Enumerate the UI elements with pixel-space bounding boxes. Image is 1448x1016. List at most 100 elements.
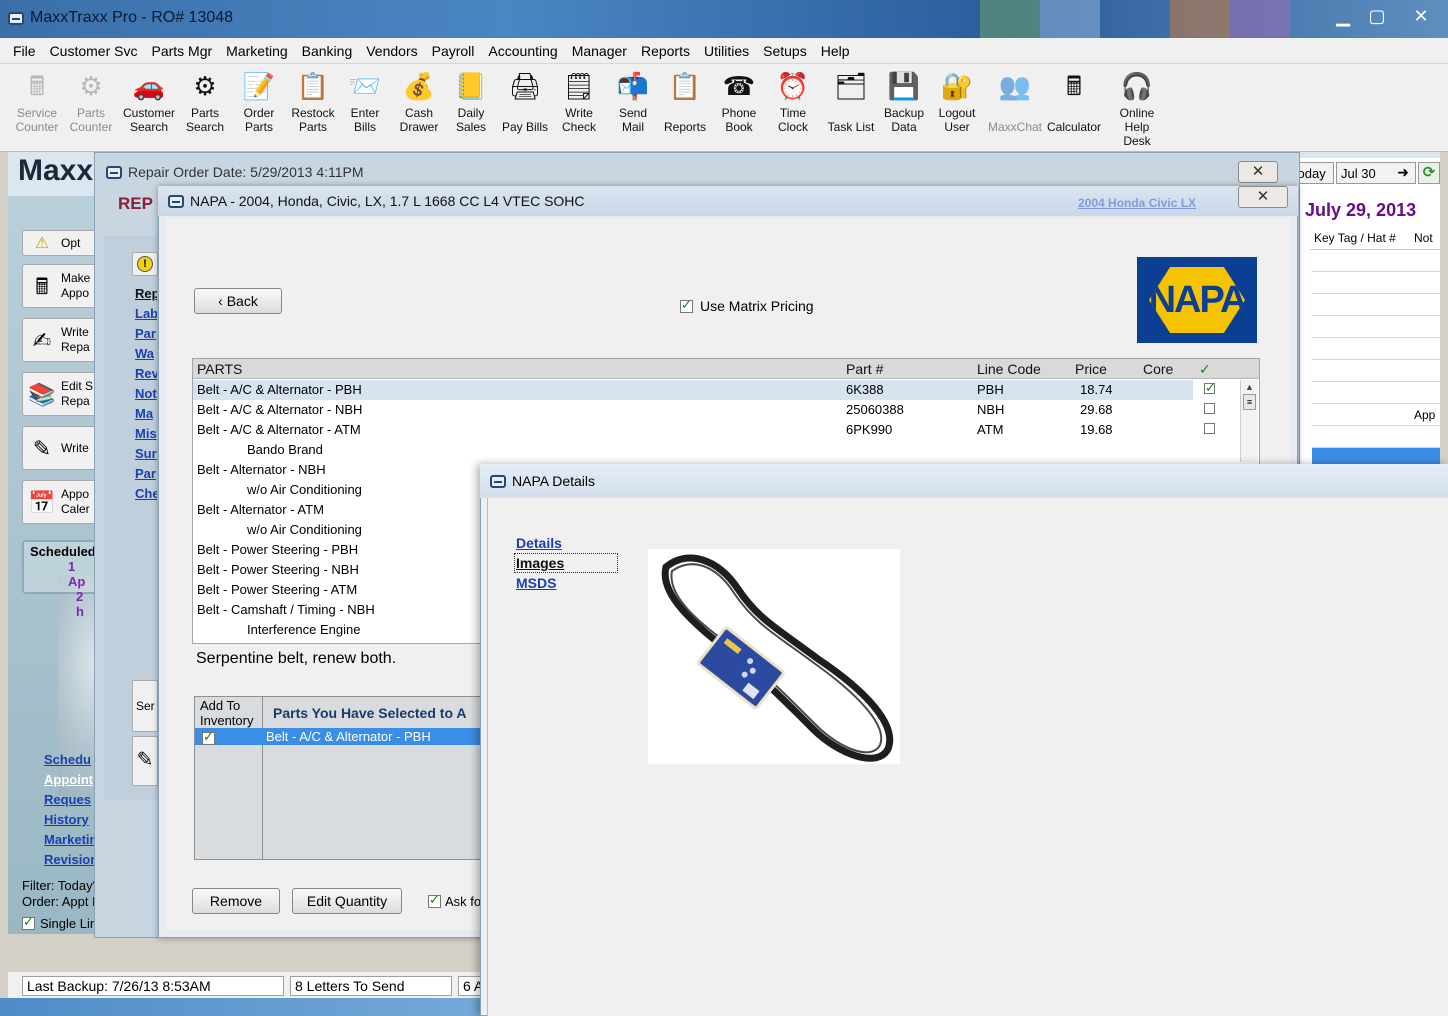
warning-icon[interactable]: ! [132, 252, 158, 276]
napa-close-button[interactable]: ✕ [1238, 186, 1288, 208]
menu-marketing[interactable]: Marketing [219, 43, 294, 59]
menu-payroll[interactable]: Payroll [425, 43, 482, 59]
ro-link-rev[interactable]: Rev [135, 366, 157, 381]
toolbar-reports[interactable]: 📋 Reports [662, 68, 708, 134]
col-line-code[interactable]: Line Code [977, 361, 1041, 377]
menu-help[interactable]: Help [814, 43, 857, 59]
ro-link-par[interactable]: Par [135, 326, 157, 341]
left-button-4[interactable]: ✎ Write [22, 426, 102, 470]
toolbar-maxxchat[interactable]: 👥 MaxxChat [986, 68, 1044, 134]
maximize-button[interactable]: ▢ [1360, 4, 1394, 28]
menu-reports[interactable]: Reports [634, 43, 697, 59]
schedule-row[interactable] [1312, 294, 1440, 316]
left-button-2[interactable]: ✍ Write Repa [22, 318, 102, 362]
left-link-schedu[interactable]: Schedu [44, 752, 91, 767]
msds-link[interactable]: MSDS [516, 575, 556, 591]
menu-customer-svc[interactable]: Customer Svc [43, 43, 145, 59]
ro-link-lab[interactable]: Lab [135, 306, 157, 321]
parts-scrollbar[interactable]: ▲ ≡ [1240, 380, 1258, 462]
col-part-number[interactable]: Part # [846, 361, 883, 377]
toolbar-time-clock[interactable]: ⏰ Time Clock [772, 68, 814, 134]
ro-link-sur[interactable]: Sur [135, 446, 157, 461]
back-button[interactable]: ‹ Back [194, 288, 282, 314]
toolbar-online-help-desk[interactable]: 🎧 Online Help Desk [1116, 68, 1158, 148]
left-button-3[interactable]: 📚 Edit S Repa [22, 372, 102, 416]
toolbar-pay-bills[interactable]: 🖨 Pay Bills [502, 68, 548, 134]
parts-row[interactable]: Bando Brand [193, 440, 1193, 460]
toolbar-enter-bills[interactable]: 📨 Enter Bills [342, 68, 388, 134]
menu-utilities[interactable]: Utilities [697, 43, 756, 59]
ro-link-not[interactable]: Not [135, 386, 157, 401]
toolbar-phone-book[interactable]: ☎ Phone Book [716, 68, 762, 134]
col-parts[interactable]: PARTS [197, 361, 242, 377]
left-button-0[interactable]: ⚠ Opt [22, 230, 102, 256]
menu-file[interactable]: File [6, 43, 43, 59]
ro-link-rep[interactable]: Rep [135, 286, 157, 301]
menu-accounting[interactable]: Accounting [481, 43, 564, 59]
toolbar-cash-drawer[interactable]: 💰 Cash Drawer [396, 68, 442, 134]
parts-row[interactable]: Belt - A/C & Alternator - NBH 25060388 NBH… [193, 400, 1215, 420]
menu-parts-mgr[interactable]: Parts Mgr [144, 43, 219, 59]
toolbar-parts-counter[interactable]: ⚙ Parts Counter [68, 68, 114, 134]
left-link-reques[interactable]: Reques [44, 792, 91, 807]
ro-link-ma[interactable]: Ma [135, 406, 157, 421]
images-link[interactable]: Images [516, 555, 564, 571]
part-select-checkbox[interactable] [1204, 423, 1215, 434]
single-line-checkbox[interactable] [22, 914, 35, 930]
edit-quantity-button[interactable]: Edit Quantity [292, 888, 402, 914]
vehicle-link[interactable]: 2004 Honda Civic LX [1078, 196, 1196, 210]
scroll-thumb[interactable]: ≡ [1243, 394, 1256, 410]
parts-row[interactable]: Belt - A/C & Alternator - ATM 6PK990 ATM 19… [193, 420, 1215, 440]
letters-status[interactable]: 8 Letters To Send [290, 976, 452, 996]
menu-manager[interactable]: Manager [565, 43, 634, 59]
schedule-row[interactable] [1312, 382, 1440, 404]
left-link-history[interactable]: History [44, 812, 89, 827]
menu-setups[interactable]: Setups [756, 43, 814, 59]
details-link[interactable]: Details [516, 535, 562, 551]
part-select-checkbox[interactable] [1204, 403, 1215, 414]
col-core[interactable]: Core [1143, 361, 1173, 377]
refresh-icon[interactable]: ⟳ [1418, 162, 1440, 184]
toolbar-daily-sales[interactable]: 📒 Daily Sales [448, 68, 494, 134]
toolbar-calculator[interactable]: 🖩 Calculator [1044, 68, 1104, 134]
matrix-pricing-checkbox[interactable] [680, 297, 693, 313]
write-icon[interactable]: ✎ [132, 736, 158, 786]
schedule-row[interactable] [1312, 426, 1440, 448]
schedule-row[interactable] [1312, 360, 1440, 382]
add-to-inventory-checkbox[interactable] [202, 729, 215, 746]
toolbar-logout-user[interactable]: 🔐 Logout User [934, 68, 980, 134]
schedule-row[interactable] [1312, 338, 1440, 360]
repair-order-close-button[interactable]: ✕ [1238, 161, 1278, 183]
ask-option[interactable]: Ask fo [428, 892, 481, 909]
ro-link-par[interactable]: Par [135, 466, 157, 481]
scroll-up-icon[interactable]: ▲ [1241, 382, 1258, 392]
toolbar-parts-search[interactable]: ⚙ Parts Search [184, 68, 226, 134]
col-check[interactable]: ✓ [1199, 361, 1211, 378]
menu-banking[interactable]: Banking [295, 43, 360, 59]
col-price[interactable]: Price [1075, 361, 1107, 377]
toolbar-customer-search[interactable]: 🚗 Customer Search [122, 68, 176, 134]
toolbar-restock-parts[interactable]: 📋 Restock Parts [288, 68, 338, 134]
schedule-row[interactable] [1312, 316, 1440, 338]
schedule-row[interactable] [1312, 250, 1440, 272]
schedule-row[interactable]: App [1312, 404, 1440, 426]
toolbar-write-check[interactable]: 🗒 Write Check [558, 68, 600, 134]
arrow-right-icon[interactable]: ➜ [1397, 164, 1409, 181]
remove-button[interactable]: Remove [192, 888, 280, 914]
ser-button[interactable]: Ser [132, 680, 158, 732]
left-button-5[interactable]: 📅 Appo Caler [22, 480, 102, 524]
toolbar-order-parts[interactable]: 📝 Order Parts [238, 68, 280, 134]
menu-vendors[interactable]: Vendors [359, 43, 424, 59]
toolbar-backup-data[interactable]: 💾 Backup Data [882, 68, 926, 134]
close-button[interactable]: ✕ [1396, 4, 1446, 28]
toolbar-send-mail[interactable]: 📬 Send Mail [610, 68, 656, 134]
ask-checkbox[interactable] [428, 892, 441, 908]
part-select-checkbox[interactable] [1204, 380, 1216, 396]
ro-link-wa[interactable]: Wa [135, 346, 157, 361]
ro-link-mis[interactable]: Mis [135, 426, 157, 441]
matrix-pricing-option[interactable]: Use Matrix Pricing [680, 297, 814, 314]
schedule-row[interactable] [1312, 272, 1440, 294]
date-selector[interactable]: Jul 30 ➜ [1336, 162, 1416, 184]
left-button-1[interactable]: 🖩 Make Appo [22, 264, 102, 308]
minimize-button[interactable]: ▁ [1326, 4, 1360, 28]
